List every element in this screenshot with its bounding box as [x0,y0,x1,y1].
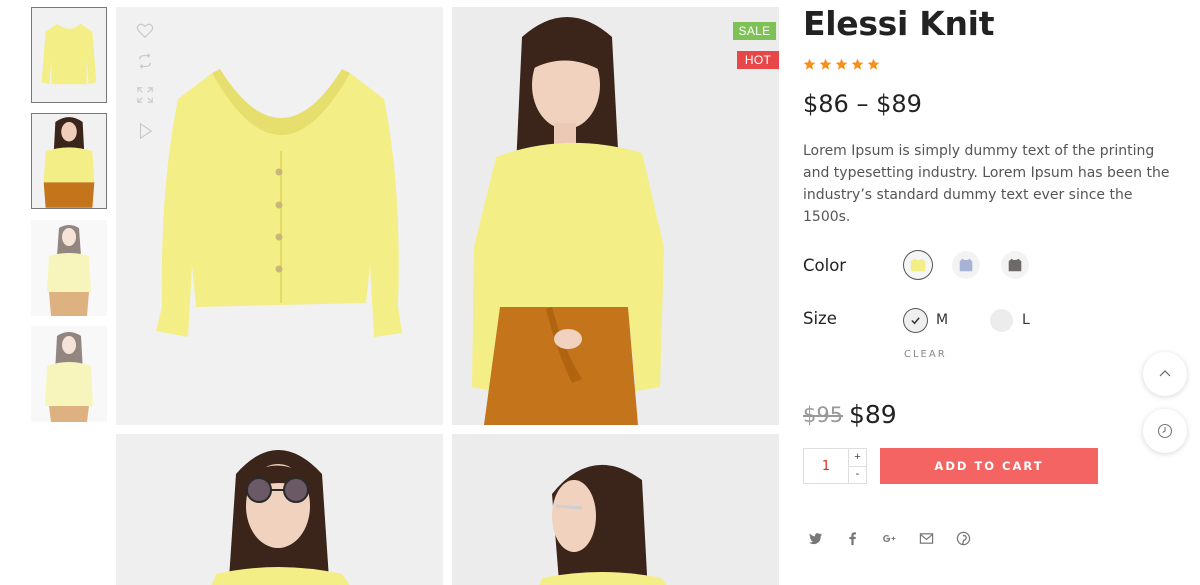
color-swatch-yellow[interactable] [904,251,932,279]
quantity-input[interactable] [804,449,848,483]
color-label: Color [803,256,847,275]
lavender-shirt-icon [959,258,973,272]
size-option-label: M [936,312,949,328]
email-icon[interactable] [919,529,956,547]
add-to-cart-button[interactable]: ADD TO CART [880,448,1098,484]
google-plus-icon[interactable] [882,529,919,547]
old-price: $95 [803,403,844,427]
sweater-flat-image [41,23,97,85]
radio-icon [990,308,1013,332]
color-swatch-grey[interactable] [1001,251,1029,279]
facebook-icon[interactable] [845,529,882,547]
model-front-image [43,117,95,208]
color-swatch-lavender[interactable] [952,251,980,279]
quantity-increase-button[interactable]: + [849,449,866,466]
product-image-model-sunglasses[interactable] [116,434,443,585]
back-to-top-button[interactable] [1143,352,1187,396]
size-option-m[interactable]: M [904,308,948,332]
product-description: Lorem Ipsum is simply dummy text of the … [803,143,1170,225]
expand-icon[interactable] [132,84,158,106]
thumbnail-2[interactable] [31,113,107,209]
star-icon [867,58,880,70]
quantity-stepper: + - [803,448,867,484]
heart-icon[interactable] [132,20,158,42]
size-label: Size [803,309,837,328]
model-side-image [45,332,93,422]
clear-selection-link[interactable]: CLEAR [904,349,947,360]
model-pose-image [47,225,91,316]
size-option-l[interactable]: L [990,308,1030,332]
star-icon [819,58,832,70]
price-range: $86 – $89 [803,90,922,118]
play-icon[interactable] [132,120,158,142]
pinterest-icon[interactable] [956,529,993,547]
quantity-decrease-button[interactable]: - [849,465,866,484]
twitter-icon[interactable] [808,529,845,547]
chevron-up-icon [1159,370,1171,377]
star-icon [835,58,848,70]
thumbnail-1[interactable] [31,7,107,103]
sweater-image [156,69,402,337]
sale-badge: SALE [733,22,776,40]
product-image-model-side[interactable] [452,434,779,585]
model-side-photo [539,465,667,585]
rating-stars [803,58,880,72]
size-option-label: L [1022,312,1030,328]
product-title: Elessi Knit [803,4,995,43]
current-price: $89 [849,400,897,429]
model-front-photo [472,17,664,425]
star-icon [803,58,816,70]
share-icons [808,529,993,547]
compare-icon[interactable] [132,50,158,72]
quantity-buttons: + - [848,449,866,483]
thumbnail-4[interactable] [31,326,107,422]
thumbnail-3[interactable] [31,220,107,316]
model-sunglasses-photo [211,450,350,585]
check-icon [904,308,927,332]
product-image-flat[interactable] [116,7,443,425]
product-image-model-front[interactable] [452,7,779,425]
grey-shirt-icon [1008,258,1022,272]
yellow-shirt-icon [910,258,926,272]
clock-icon [1157,423,1173,439]
star-icon [851,58,864,70]
recently-viewed-button[interactable] [1143,409,1187,453]
hot-badge: HOT [737,51,779,69]
